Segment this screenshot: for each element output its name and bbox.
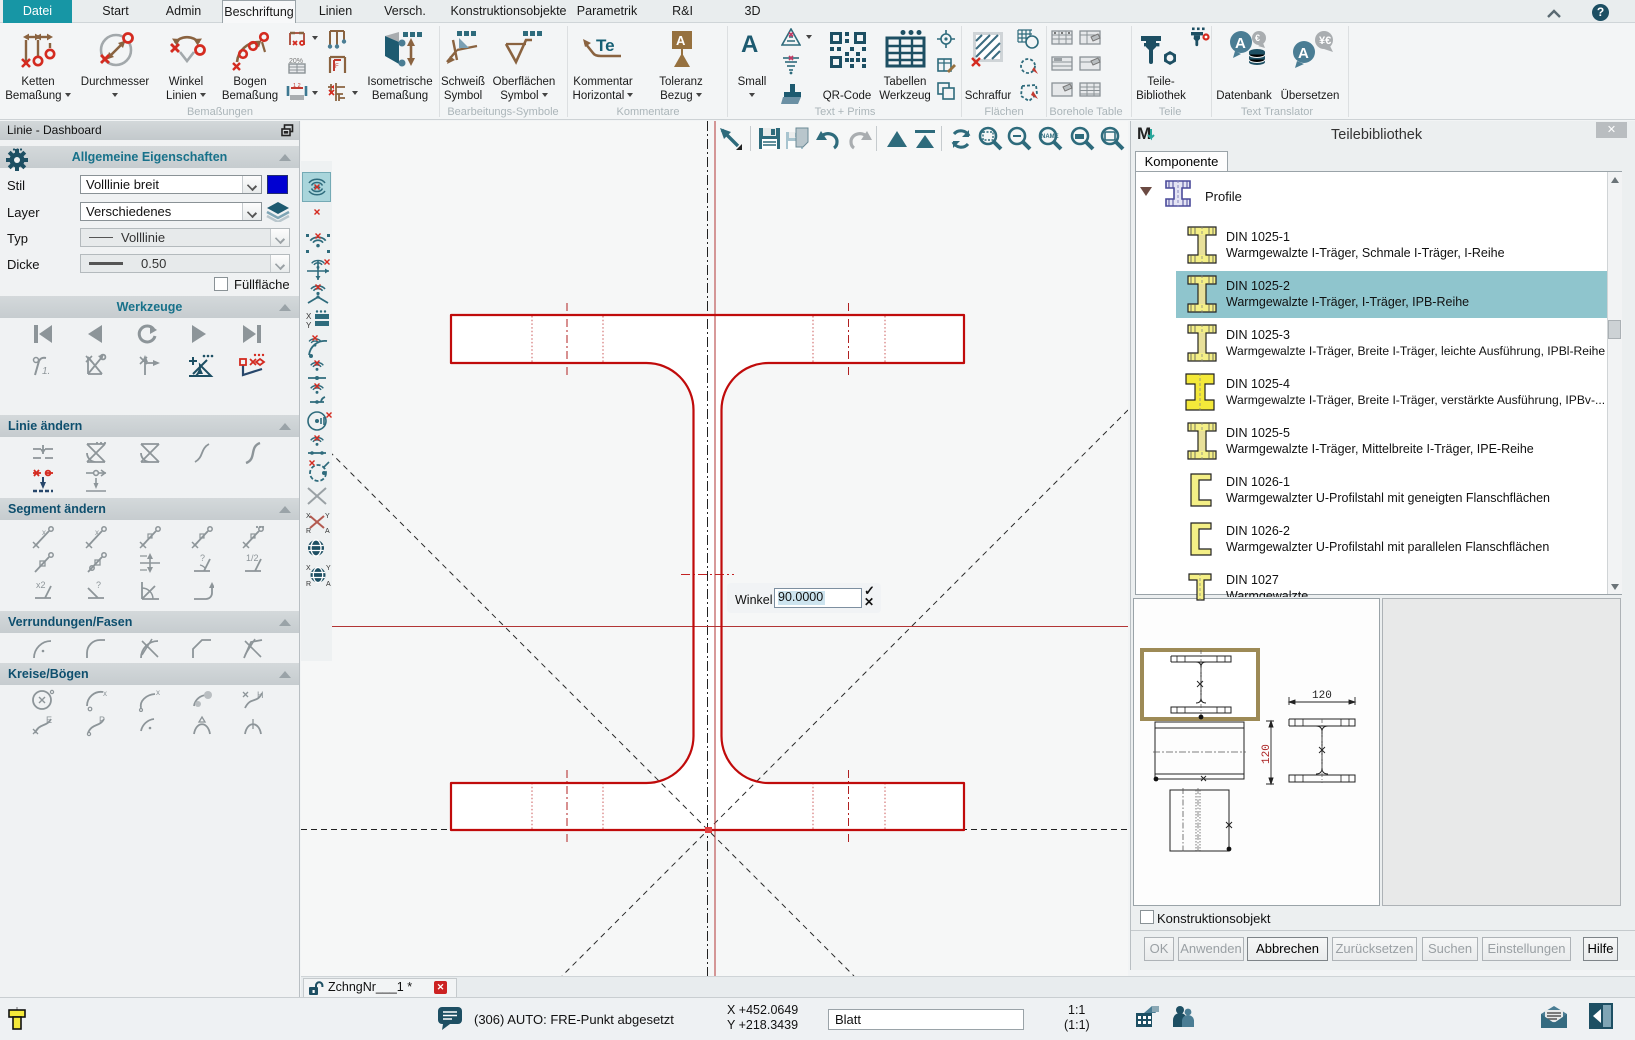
svg-text:A: A: [1298, 45, 1309, 62]
svg-text:P: P: [99, 715, 105, 725]
svg-text:?: ?: [200, 553, 205, 563]
svg-text:120: 120: [1261, 744, 1273, 764]
svg-text:A: A: [325, 528, 330, 534]
svg-text:A: A: [676, 33, 686, 48]
svg-text:¥€: ¥€: [1319, 35, 1331, 47]
svg-text:H: H: [257, 690, 264, 700]
svg-text:Y: Y: [325, 513, 330, 520]
svg-text:Te: Te: [596, 36, 615, 55]
svg-text:x: x: [95, 528, 99, 537]
svg-text:x: x: [42, 528, 46, 537]
svg-text:?: ?: [96, 580, 101, 590]
svg-text:Y: Y: [326, 565, 331, 572]
svg-text:x: x: [103, 689, 107, 698]
svg-text:X: X: [306, 312, 312, 321]
svg-text:R: R: [306, 528, 311, 534]
svg-text:X: X: [306, 513, 311, 520]
svg-text:x: x: [156, 688, 160, 697]
svg-text:120: 120: [1312, 690, 1332, 702]
svg-text:E: E: [46, 715, 52, 725]
svg-text:R: R: [306, 581, 311, 586]
svg-text:1 2: 1 2: [293, 83, 301, 89]
svg-text:M: M: [1137, 124, 1151, 143]
svg-text:A: A: [1235, 35, 1246, 52]
svg-text:x2: x2: [36, 580, 46, 590]
svg-text:X: X: [306, 565, 311, 572]
svg-text:NAME: NAME: [1041, 134, 1059, 140]
svg-text:A: A: [326, 581, 331, 586]
svg-text:Y: Y: [306, 321, 312, 330]
svg-text:F: F: [335, 64, 339, 70]
svg-text:1.: 1.: [42, 366, 50, 377]
svg-text:1/2: 1/2: [246, 553, 259, 563]
svg-text:€: €: [1255, 33, 1260, 43]
